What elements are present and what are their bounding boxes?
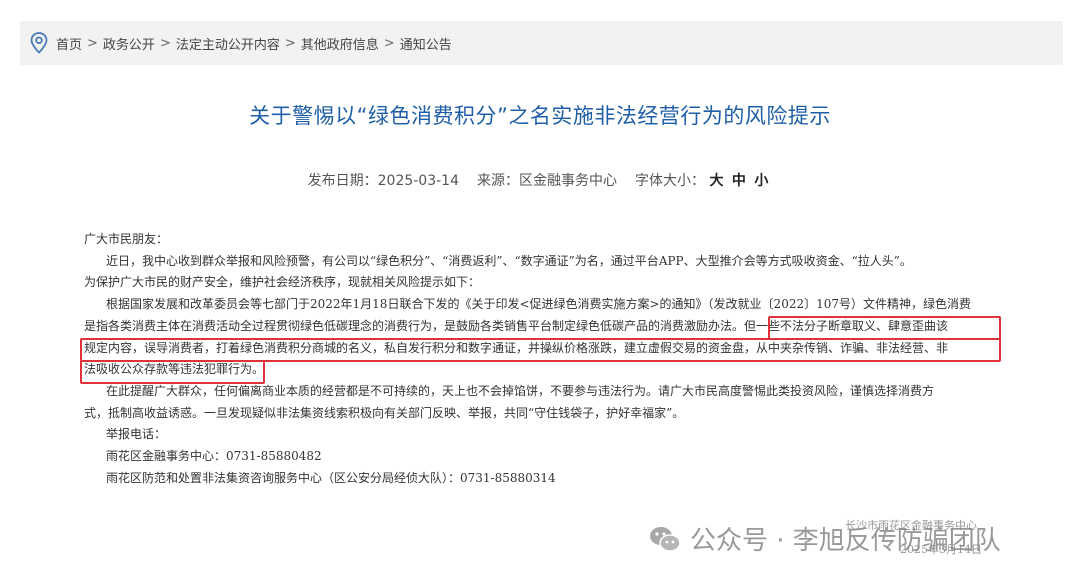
body-line: 式，抵制高收益诱惑。一旦发现疑似非法集资线索积极向有关部门反映、举报，共同“守住…: [84, 405, 685, 420]
publish-date: 发布日期：2025-03-14: [307, 173, 459, 189]
breadcrumb-separator: >: [383, 35, 395, 51]
contact-illegal-fundraising-center: 雨花区防范和处置非法集资咨询服务中心（区公安分局经侦大队）：0731-85880…: [106, 470, 556, 485]
breadcrumb-statutory-content[interactable]: 法定主动公开内容: [176, 34, 280, 53]
contact-finance-center: 雨花区金融事务中心：0731-85880482: [106, 449, 322, 464]
breadcrumb: 首页 > 政务公开 > 法定主动公开内容 > 其他政府信息 > 通知公告: [20, 21, 1063, 65]
breadcrumb-separator: >: [87, 35, 98, 51]
article-meta: 发布日期：2025-03-14 来源：区金融事务中心 字体大小： 大 中 小: [0, 170, 1080, 190]
breadcrumb-notices[interactable]: 通知公告: [400, 34, 452, 53]
font-size-small-button[interactable]: 小: [754, 173, 768, 189]
wechat-watermark: 公众号 · 李旭反传防骗团队: [648, 520, 1001, 557]
salutation: 广大市民朋友：: [84, 232, 169, 246]
watermark-text: 公众号 · 李旭反传防骗团队: [690, 526, 1001, 556]
body-line: 为保护广大市民的财产安全，维护社会经济秩序，现就相关风险提示如下：: [84, 275, 481, 290]
wechat-icon: [648, 522, 682, 556]
font-size-large-button[interactable]: 大: [709, 173, 723, 189]
article-title: 关于警惕以“绿色消费积分”之名实施非法经营行为的风险提示: [249, 104, 831, 128]
breadcrumb-home[interactable]: 首页: [56, 34, 82, 53]
article-source: 来源：区金融事务中心: [477, 173, 617, 189]
breadcrumb-other-info[interactable]: 其他政府信息: [301, 34, 379, 53]
body-line: 在此提醒广大群众，任何偏离商业本质的经营都是不可持续的，天上也不会掉馅饼，不要参…: [106, 383, 935, 398]
body-line: 根据国家发展和改革委员会等七部门于2022年1月18日联合下发的《关于印发<促进…: [106, 297, 972, 312]
location-pin-icon: [30, 32, 48, 54]
breadcrumb-government-affairs[interactable]: 政务公开: [103, 34, 155, 53]
article-body: 广大市民朋友： 近日，我中心收到群众举报和风险预警，有公司以“绿色积分”、“消费…: [84, 229, 1004, 489]
breadcrumb-separator: >: [159, 35, 171, 51]
breadcrumb-separator: >: [284, 35, 296, 51]
body-line: 法吸收公众存款等违法犯罪行为。: [84, 362, 265, 377]
font-size-control: 字体大小： 大 中 小: [635, 173, 769, 189]
font-size-medium-button[interactable]: 中: [732, 173, 746, 189]
body-line: 近日，我中心收到群众举报和风险预警，有公司以“绿色积分”、“消费返利”、“数字通…: [106, 253, 912, 268]
body-line: 规定内容，误导消费者，打着绿色消费积分商城的名义，私自发行积分和数字通证，并操纵…: [84, 340, 949, 355]
report-phone-label: 举报电话：: [106, 427, 167, 442]
body-line: 是指各类消费主体在消费活动全过程贯彻绿色低碳理念的消费行为，是鼓励各类销售平台制…: [84, 318, 949, 333]
